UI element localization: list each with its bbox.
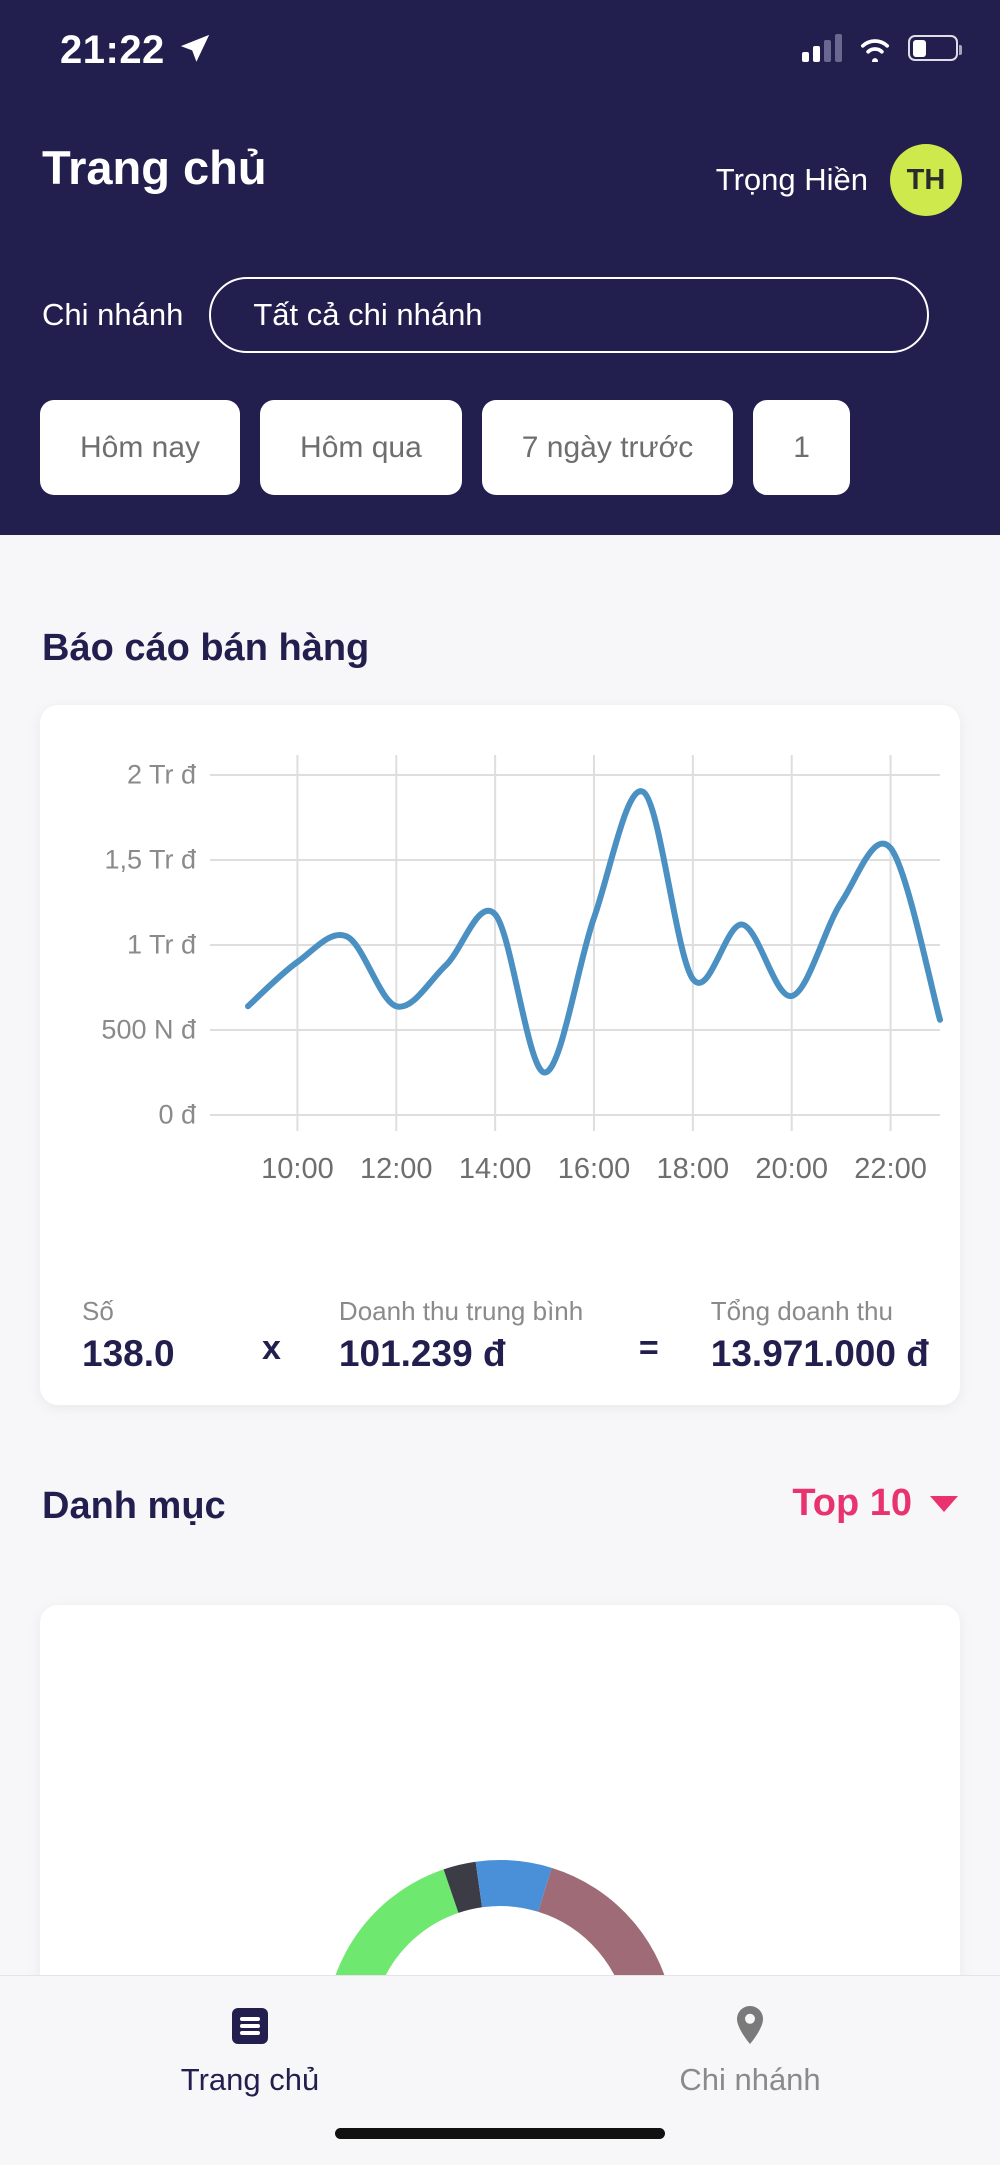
branch-label: Chi nhánh xyxy=(42,297,184,332)
sales-section-title: Báo cáo bán hàng xyxy=(42,627,370,669)
app-header-region: 21:22 Trang chủ Trọng Hiền TH Chi nhánh xyxy=(0,0,1000,535)
chevron-down-icon xyxy=(930,1495,958,1512)
tab-label-trang-chu: Trang chủ xyxy=(180,2062,320,2097)
y-tick-4: 0 đ xyxy=(158,1099,196,1130)
sales-line-chart: 2 Tr đ 1,5 Tr đ 1 Tr đ 500 N đ 0 đ 10:00 12:0… xyxy=(40,705,960,1265)
summary-multiply-operator: x xyxy=(262,1328,281,1367)
y-tick-0: 2 Tr đ xyxy=(126,759,196,790)
summary-count: Số 138.0 xyxy=(82,1296,262,1375)
menu-list-icon xyxy=(232,2008,268,2044)
date-filter-chips[interactable]: Hôm nay Hôm qua 7 ngày trước 1 xyxy=(0,400,1000,495)
status-bar: 21:22 xyxy=(0,0,1000,95)
date-chip-2[interactable]: 7 ngày trước xyxy=(481,400,734,495)
status-bar-indicators xyxy=(802,34,962,62)
date-chip-1[interactable]: Hôm qua xyxy=(260,400,462,495)
segment-dark[interactable] xyxy=(443,1861,483,1914)
x-tick-4: 18:00 xyxy=(656,1153,730,1185)
category-section-title: Danh mục xyxy=(42,1485,226,1527)
map-pin-icon xyxy=(737,2006,763,2044)
branch-filter-row: Chi nhánh Tất cả chi nhánh xyxy=(0,277,1000,353)
cellular-signal-icon xyxy=(802,34,842,62)
summary-count-label: Số xyxy=(82,1295,114,1326)
user-name: Trọng Hiền xyxy=(715,162,868,197)
summary-total-value: 13.971.000 đ xyxy=(710,1332,929,1374)
y-tick-3: 500 N đ xyxy=(101,1014,196,1045)
bottom-tab-bar: Trang chủ Chi nhánh xyxy=(0,1975,1000,2165)
user-profile[interactable]: Trọng Hiền TH xyxy=(716,144,962,216)
summary-total: Tổng doanh thu 13.971.000 đ xyxy=(711,1296,929,1375)
top-n-label: Top 10 xyxy=(792,1482,912,1524)
summary-count-value: 138.0 xyxy=(82,1332,175,1374)
home-indicator xyxy=(335,2128,665,2139)
sales-report-card: 2 Tr đ 1,5 Tr đ 1 Tr đ 500 N đ 0 đ 10:00 12:0… xyxy=(40,705,960,1405)
x-tick-6: 22:00 xyxy=(854,1153,927,1185)
x-tick-5: 20:00 xyxy=(755,1153,828,1185)
summary-average-value: 101.239 đ xyxy=(338,1332,506,1374)
segment-blue[interactable] xyxy=(475,1860,552,1912)
page-title: Trang chủ xyxy=(42,141,267,194)
x-tick-3: 16:00 xyxy=(557,1153,631,1185)
y-tick-1: 1,5 Tr đ xyxy=(104,844,196,875)
battery-low-icon xyxy=(908,35,962,61)
page-header: Trang chủ Trọng Hiền TH xyxy=(0,140,1000,230)
y-tick-2: 1 Tr đ xyxy=(126,929,196,960)
top-n-select[interactable]: Top 10 xyxy=(792,1482,958,1525)
location-arrow-icon xyxy=(180,34,210,62)
sales-summary-row: Số 138.0 x Doanh thu trung bình 101.239 … xyxy=(40,1280,960,1390)
summary-average-label: Doanh thu trung bình xyxy=(338,1295,584,1326)
x-tick-0: 10:00 xyxy=(261,1153,334,1185)
date-chip-0[interactable]: Hôm nay xyxy=(40,400,241,495)
date-chip-3[interactable]: 1 xyxy=(753,400,850,495)
status-bar-time: 21:22 xyxy=(60,28,165,72)
summary-total-label: Tổng doanh thu xyxy=(710,1295,893,1326)
tab-label-chi-nhanh: Chi nhánh xyxy=(679,2062,821,2097)
avatar[interactable]: TH xyxy=(890,144,962,216)
summary-average: Doanh thu trung bình 101.239 đ xyxy=(339,1296,639,1375)
x-tick-2: 14:00 xyxy=(458,1153,532,1185)
x-tick-1: 12:00 xyxy=(359,1153,433,1185)
summary-equals-operator: = xyxy=(638,1328,659,1367)
wifi-icon xyxy=(861,39,889,62)
branch-select[interactable]: Tất cả chi nhánh xyxy=(209,277,930,353)
